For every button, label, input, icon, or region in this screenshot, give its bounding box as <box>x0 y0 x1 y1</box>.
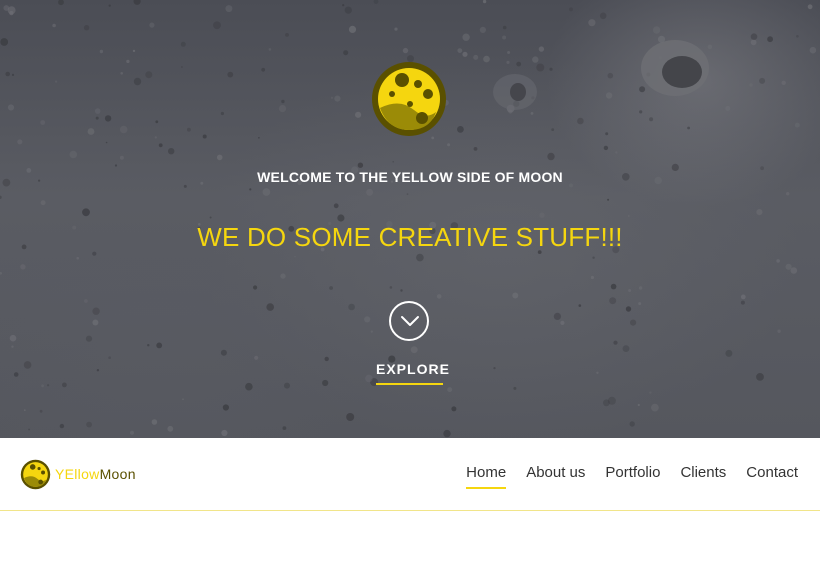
brand-name: YEllowMoon <box>55 466 136 482</box>
brand-name-part1: YEllow <box>55 466 100 482</box>
explore-button[interactable] <box>389 301 429 341</box>
chevron-down-icon <box>401 316 419 326</box>
brand-name-part2: Moon <box>99 466 136 482</box>
moon-logo-icon <box>20 459 51 489</box>
nav-item-about-us[interactable]: About us <box>526 464 585 489</box>
hero-welcome-text: WELCOME TO THE YELLOW SIDE OF MOON <box>257 169 563 185</box>
nav-item-clients[interactable]: Clients <box>680 464 726 489</box>
explore-link[interactable]: EXPLORE <box>376 361 449 385</box>
hero-section: WELCOME TO THE YELLOW SIDE OF MOON WE DO… <box>0 0 820 438</box>
nav-menu: Home About us Portfolio Clients Contact <box>446 464 798 489</box>
hero-tagline: WE DO SOME CREATIVE STUFF!!! <box>197 222 623 252</box>
brand-logo[interactable]: YEllowMoon <box>20 458 136 490</box>
nav-item-portfolio[interactable]: Portfolio <box>605 464 660 489</box>
main-navbar: YEllowMoon Home About us Portfolio Clien… <box>0 438 820 511</box>
moon-logo-icon <box>372 62 446 136</box>
nav-item-contact[interactable]: Contact <box>746 464 798 489</box>
nav-item-home[interactable]: Home <box>466 464 507 489</box>
